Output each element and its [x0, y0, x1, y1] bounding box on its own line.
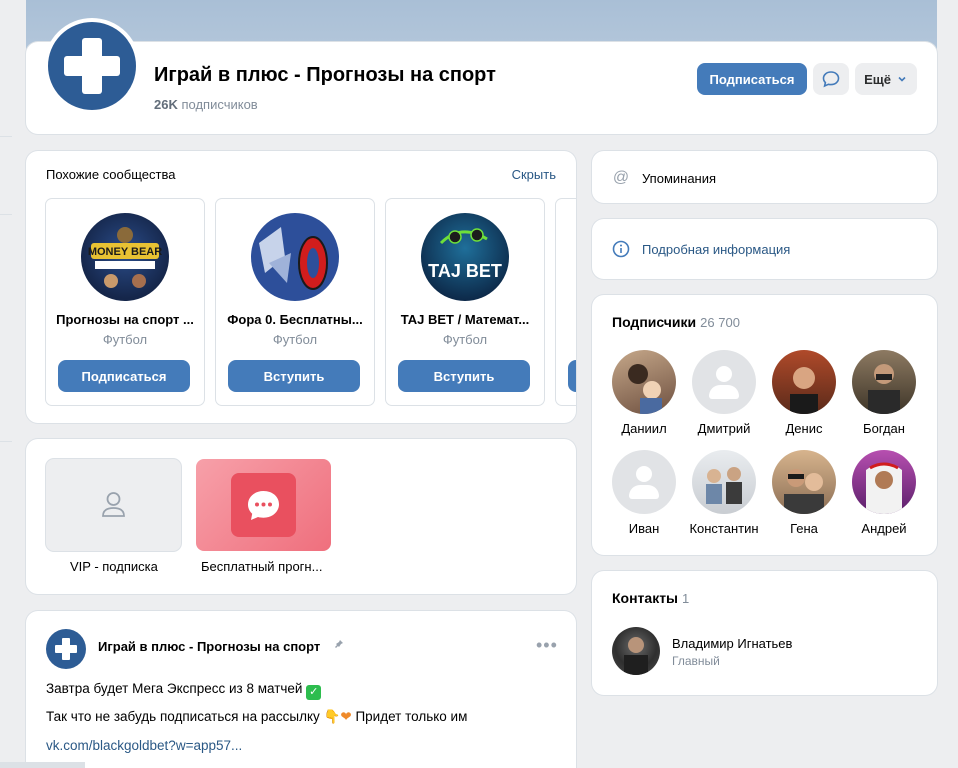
message-button[interactable]: [813, 63, 849, 95]
hide-link[interactable]: Скрыть: [512, 167, 556, 182]
subscriber-avatar[interactable]: [692, 450, 756, 514]
free-forecast-app-tile[interactable]: [196, 459, 331, 551]
svg-text:MONEY BEAR: MONEY BEAR: [88, 246, 162, 258]
details-link[interactable]: Подробная информация: [642, 242, 790, 257]
subscribe-button[interactable]: Подписаться: [697, 63, 807, 95]
community-name[interactable]: Прогнозы на спорт ...: [46, 312, 204, 327]
subscriber-avatar[interactable]: [852, 450, 916, 514]
community-avatar[interactable]: [251, 213, 339, 301]
similar-card-partial[interactable]: [556, 199, 576, 405]
contact-name[interactable]: Владимир Игнатьев: [672, 636, 792, 651]
subscriber-item[interactable]: Андрей: [844, 450, 924, 536]
post-link[interactable]: vk.com/blackgoldbet?w=app57...: [46, 738, 242, 753]
at-sign-icon: @: [612, 169, 630, 186]
more-options-icon[interactable]: •••: [536, 635, 558, 656]
default-avatar-icon[interactable]: [612, 450, 676, 514]
more-button[interactable]: Ещё: [855, 63, 917, 95]
left-sidebar-edge: [0, 0, 12, 768]
info-icon: [612, 240, 630, 258]
hand-emoji-icon: 👇: [323, 709, 341, 724]
subscriber-item[interactable]: Константин: [684, 450, 764, 536]
mentions-label[interactable]: Упоминания: [642, 171, 716, 186]
svg-text:TAJ BET: TAJ BET: [428, 261, 502, 281]
join-community-button[interactable]: Вступить: [228, 360, 360, 392]
default-avatar-icon[interactable]: [692, 350, 756, 414]
post-text-line: Так что не забудь подписаться на рассылк…: [46, 709, 468, 724]
free-forecast-app-label[interactable]: Бесплатный прогн...: [201, 559, 322, 574]
subscribers-title[interactable]: Подписчики 26 700: [612, 314, 740, 330]
contact-avatar[interactable]: [612, 627, 660, 675]
subscriber-avatar[interactable]: [772, 450, 836, 514]
mentions-block[interactable]: @ Упоминания: [592, 151, 937, 203]
page-title: Играй в плюс - Прогнозы на спорт: [154, 64, 496, 86]
similar-card[interactable]: MONEY BEAR Прогнозы на спорт ... Футбол …: [46, 199, 204, 405]
subscriber-item[interactable]: Денис: [764, 350, 844, 436]
message-bubble-icon: [822, 71, 840, 88]
community-category: Футбол: [272, 332, 318, 347]
subscriber-avatar[interactable]: [772, 350, 836, 414]
community-category: Футбол: [442, 332, 488, 347]
subscriber-item[interactable]: Гена: [764, 450, 844, 536]
heart-emoji-icon: ❤: [340, 709, 352, 724]
similar-communities: Похожие сообщества Скрыть MONEY BEAR Про…: [26, 151, 576, 423]
post-author-avatar[interactable]: [46, 629, 86, 669]
subscriber-item[interactable]: Даниил: [604, 350, 684, 436]
user-icon: [102, 492, 125, 517]
horizontal-scrollbar[interactable]: [0, 762, 85, 768]
community-name[interactable]: Фора 0. Бесплатны...: [216, 312, 374, 327]
plus-logo-icon: [55, 638, 77, 660]
subscribe-community-button[interactable]: Подписаться: [58, 360, 190, 392]
chevron-down-icon: [898, 76, 906, 82]
contacts-block: Контакты 1 Владимир Игнатьев Главный: [592, 571, 937, 695]
subscribers-count[interactable]: 26K подписчиков: [154, 97, 258, 112]
chat-app-icon: [231, 473, 296, 537]
subscriber-item[interactable]: Дмитрий: [684, 350, 764, 436]
group-avatar[interactable]: [44, 18, 140, 114]
join-community-button-partial[interactable]: [568, 360, 576, 392]
plus-logo-icon: [64, 38, 120, 94]
vip-app-tile[interactable]: [46, 459, 181, 551]
check-emoji-icon: ✓: [306, 685, 322, 700]
subscribers-block: Подписчики 26 700 Даниил Дмитрий Денис Бо…: [592, 295, 937, 555]
contact-role: Главный: [672, 654, 720, 668]
join-community-button[interactable]: Вступить: [398, 360, 530, 392]
subscriber-avatar[interactable]: [612, 350, 676, 414]
subscriber-item[interactable]: Иван: [604, 450, 684, 536]
post-text-line: Завтра будет Мега Экспресс из 8 матчей ✓: [46, 681, 322, 700]
community-avatar[interactable]: TAJ BET: [421, 213, 509, 301]
vip-app-label[interactable]: VIP - подписка: [70, 559, 158, 574]
similar-title: Похожие сообщества: [46, 167, 176, 182]
community-name[interactable]: TAJ BET / Математ...: [386, 312, 544, 327]
community-avatar[interactable]: MONEY BEAR: [81, 213, 169, 301]
subscriber-avatar[interactable]: [852, 350, 916, 414]
similar-card[interactable]: Фора 0. Бесплатны... Футбол Вступить: [216, 199, 374, 405]
details-block[interactable]: Подробная информация: [592, 219, 937, 279]
apps-block: VIP - подписка Бесплатный прогн...: [26, 439, 576, 594]
pin-icon: [334, 639, 344, 652]
pinned-post: Играй в плюс - Прогнозы на спорт ••• Зав…: [26, 611, 576, 768]
subscriber-item[interactable]: Богдан: [844, 350, 924, 436]
contacts-title[interactable]: Контакты 1: [612, 590, 689, 606]
similar-card[interactable]: TAJ BET TAJ BET / Математ... Футбол Всту…: [386, 199, 544, 405]
community-category: Футбол: [102, 332, 148, 347]
post-author[interactable]: Играй в плюс - Прогнозы на спорт: [98, 639, 320, 654]
